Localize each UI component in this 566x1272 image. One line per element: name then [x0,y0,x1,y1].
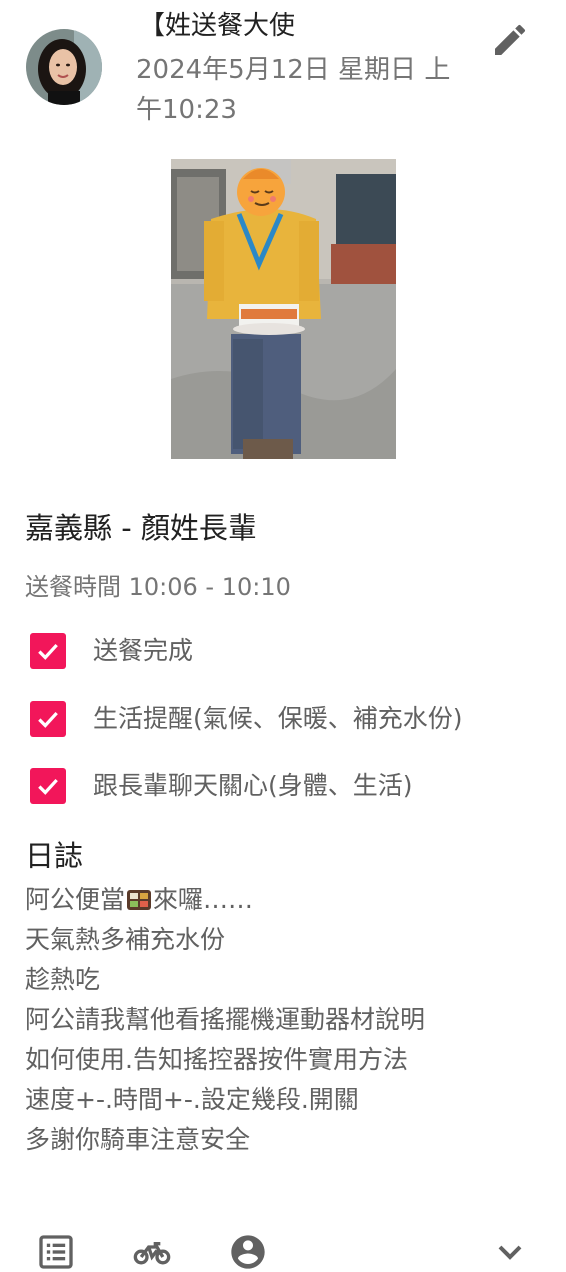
recipient-place: 嘉義縣 - 顏姓長輩 [25,511,257,545]
chevron-down-icon[interactable] [490,1232,530,1272]
checklist-item-chat-care[interactable]: 跟長輩聊天關心(身體、生活) [30,764,413,808]
log-line: 天氣熱多補充水份 [25,925,226,954]
checkbox-checked-icon[interactable] [30,633,66,669]
checklist-item-life-reminder[interactable]: 生活提醒(氣候、保暖、補充水份) [30,697,463,741]
log-line: 趁熱吃 [25,965,101,994]
log-line: 速度+-.時間+-.設定幾段.開關 [25,1085,359,1114]
pencil-icon[interactable] [490,20,530,60]
log-line: 如何使用.告知搖控器按件實用方法 [25,1045,408,1074]
delivery-time: 送餐時間 10:06 - 10:10 [25,573,291,601]
list-icon[interactable] [36,1232,76,1272]
checklist-label: 跟長輩聊天關心(身體、生活) [93,771,413,800]
bento-box-icon [126,884,152,924]
log-text: 阿公便當 來囉…… 天氣熱多補充水份 趁熱吃 阿公請我幫他看搖擺機運動器材說明 如… [25,880,425,1160]
log-line: 多謝你騎車注意安全 [25,1125,251,1154]
post-detail-page: 【姓送餐大使 2024年5月12日 星期日 上午10:23 嘉義縣 - 顏姓長輩… [0,0,566,1272]
checkbox-checked-icon[interactable] [30,768,66,804]
log-text-fragment: 阿公便當 [25,885,126,914]
checklist-label: 生活提醒(氣候、保暖、補充水份) [93,704,463,733]
checklist-label: 送餐完成 [93,636,194,665]
log-line: 阿公便當 來囉…… [25,880,425,920]
author-name: 【姓送餐大使 [139,11,296,41]
log-line: 阿公請我幫他看搖擺機運動器材說明 [25,1005,426,1034]
log-title: 日誌 [25,839,84,873]
account-icon[interactable] [228,1232,268,1272]
delivery-photo[interactable] [171,159,396,459]
log-text-fragment: 來囉…… [153,885,254,914]
author-avatar[interactable] [26,29,102,105]
motorcycle-icon[interactable] [132,1232,172,1272]
checklist-item-delivery-done[interactable]: 送餐完成 [30,629,193,673]
bottom-toolbar [0,1228,566,1272]
post-datetime: 2024年5月12日 星期日 上午10:23 [136,55,451,125]
checkbox-checked-icon[interactable] [30,701,66,737]
